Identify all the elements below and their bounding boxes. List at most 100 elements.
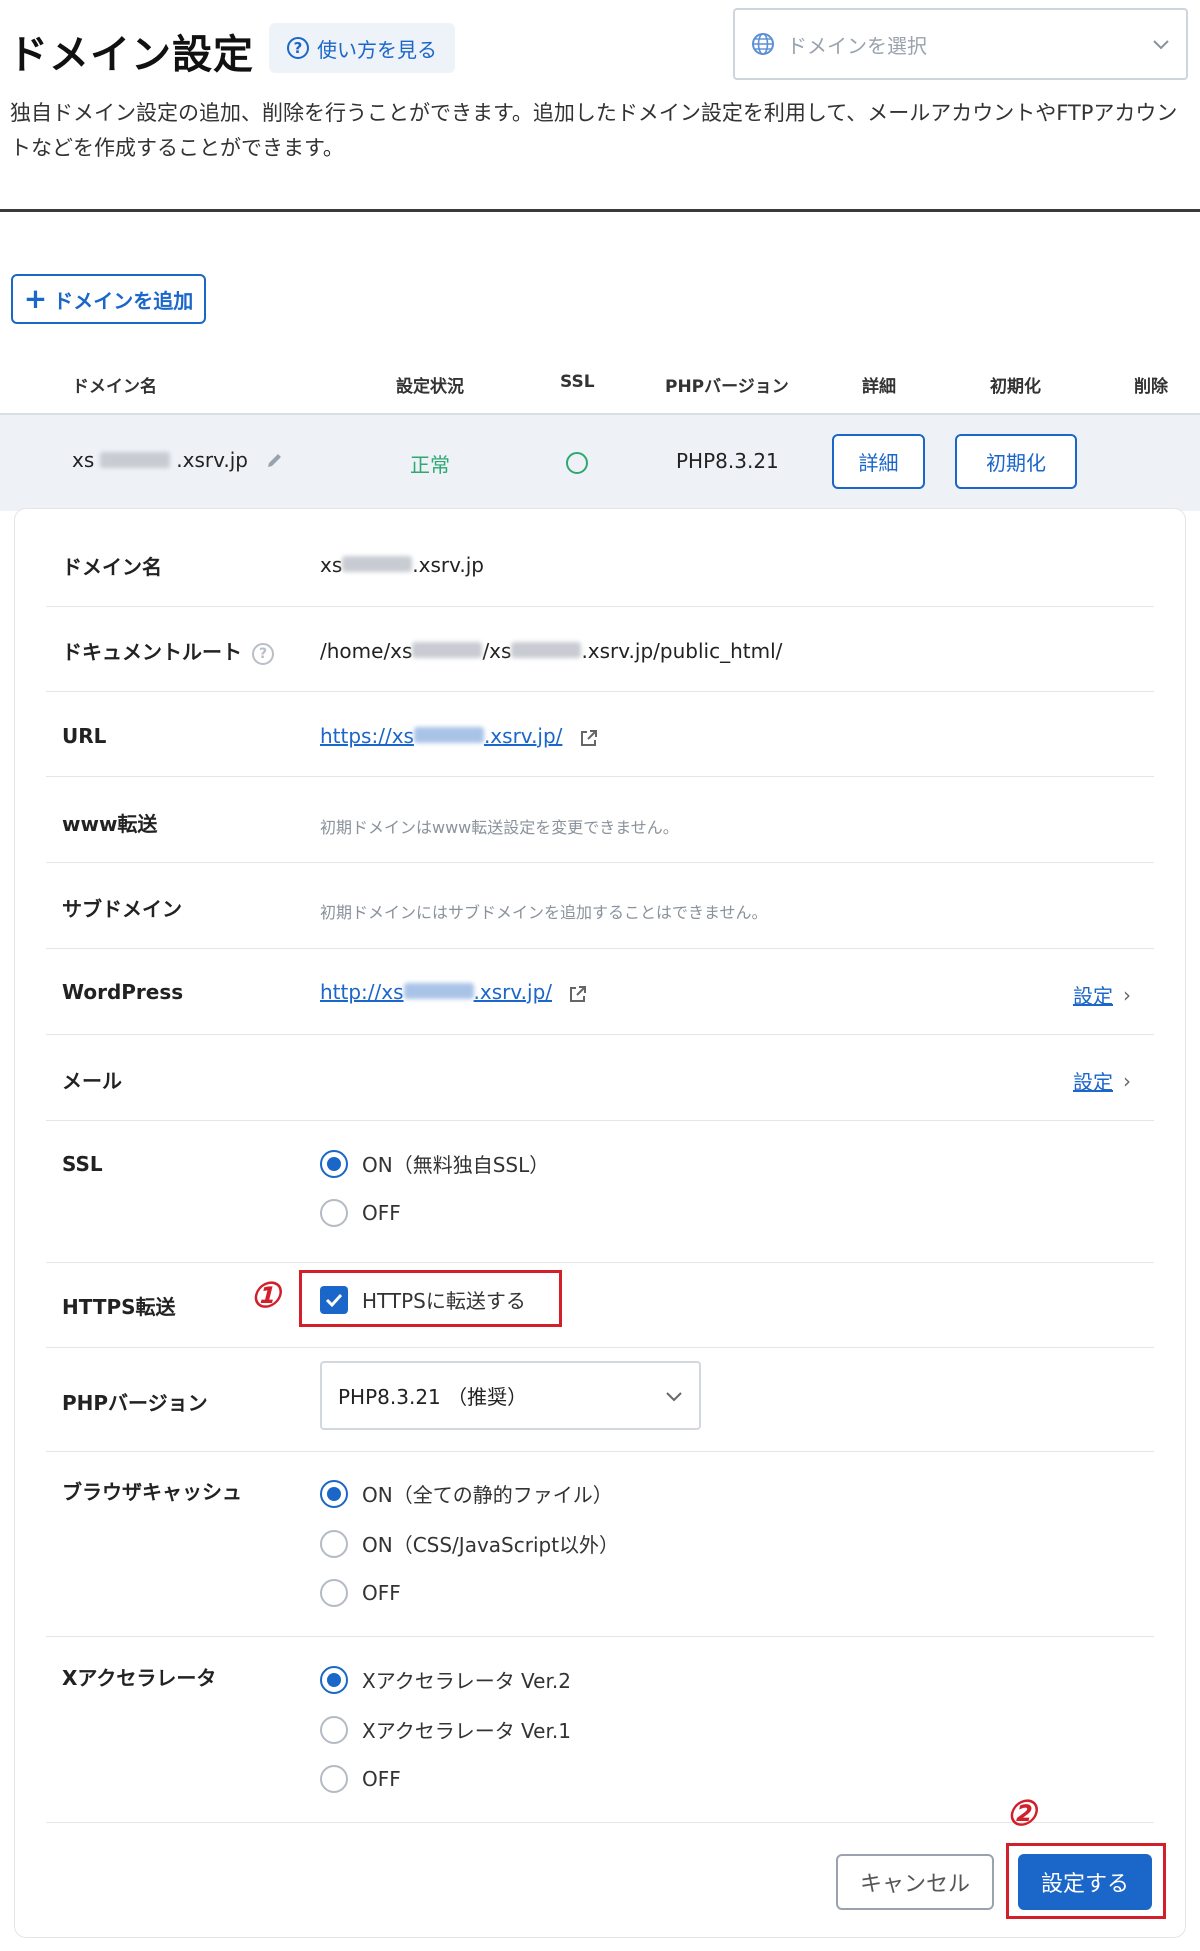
docroot-label-text: ドキュメントルート [62,640,242,664]
redacted-text [413,727,484,743]
ssl-option-off[interactable]: OFF [320,1199,401,1227]
cancel-button[interactable]: キャンセル [836,1854,994,1910]
step1-badge: ① [250,1276,281,1316]
site-url-link[interactable]: https://xs .xsrv.jp/ [320,724,562,748]
xacc-option-v2[interactable]: Xアクセラレータ Ver.2 [320,1665,571,1694]
subdomain-note: 初期ドメインにはサブドメインを追加することはできません。 [320,903,768,922]
redacted-text [403,983,474,999]
domain-select[interactable]: ドメインを選択 [733,8,1188,80]
detail-panel [14,508,1186,1938]
chevron-down-icon [666,1391,682,1401]
add-domain-button[interactable]: + ドメインを追加 [11,274,206,324]
row-domain-suffix: .xsrv.jp [176,448,248,472]
xaccelerator-label: Xアクセラレータ [62,1666,217,1690]
domain-label: ドメイン名 [62,555,162,579]
checkbox-checked[interactable] [320,1285,348,1314]
divider [46,948,1154,949]
domain-prefix: xs [320,553,343,577]
cache-option-off[interactable]: OFF [320,1579,401,1607]
redacted-text [342,556,413,572]
radio-selected[interactable] [320,1149,348,1178]
cache-option-all[interactable]: ON（全ての静的ファイル） [320,1479,613,1508]
cache-option-except-css-js[interactable]: ON（CSS/JavaScript以外） [320,1529,619,1558]
question-icon[interactable]: ? [252,642,274,665]
mail-setting-link[interactable]: 設定 › [1073,1066,1131,1095]
divider [46,1120,1154,1121]
globe-icon [752,33,774,55]
wordpress-label: WordPress [62,980,184,1004]
wordpress-setting-link[interactable]: 設定 › [1073,980,1131,1009]
divider [46,1822,1154,1823]
subdomain-label: サブドメイン [62,897,182,921]
header-divider [0,209,1200,212]
ssl-label: SSL [62,1152,103,1176]
external-link-icon[interactable] [568,984,588,1004]
url-value: https://xs .xsrv.jp/ [320,724,599,748]
radio-unselected[interactable] [320,1765,348,1793]
divider [46,1636,1154,1637]
radio-selected[interactable] [320,1665,348,1694]
divider [46,776,1154,777]
redacted-text [412,642,483,658]
https-redirect-label: HTTPSに転送する [362,1289,526,1313]
row-php-version: PHP8.3.21 [676,449,779,473]
xacc-option-v1-label: Xアクセラレータ Ver.1 [362,1719,571,1743]
mail-label: メール [62,1069,122,1093]
col-delete: 削除 [1134,377,1168,397]
chevron-right-icon: › [1123,982,1131,1007]
xacc-option-v2-label: Xアクセラレータ Ver.2 [362,1669,571,1693]
https-redirect-option[interactable]: HTTPSに転送する [320,1285,526,1314]
docroot-value: /home/xs/xs .xsrv.jp/public_html/ [320,639,782,663]
xacc-option-off-label: OFF [362,1767,401,1791]
docroot-label: ドキュメントルート? [62,636,274,665]
col-init: 初期化 [990,377,1041,397]
radio-unselected[interactable] [320,1579,348,1607]
row-domain-prefix: xs [72,448,95,472]
divider [46,1451,1154,1452]
col-detail: 詳細 [862,377,896,397]
external-link-icon[interactable] [579,728,599,748]
wp-prefix: http://xs [320,980,404,1004]
help-button[interactable]: ? 使い方を見る [269,23,455,73]
mail-setting-label: 設定 [1073,1070,1113,1094]
divider [46,862,1154,863]
domain-suffix: .xsrv.jp [412,553,484,577]
xacc-option-off[interactable]: OFF [320,1765,401,1793]
plus-icon: + [23,282,48,315]
php-version-select[interactable]: PHP8.3.21 （推奨） [320,1361,701,1430]
page-title: ドメイン設定 [8,32,254,78]
www-label: www転送 [62,812,158,836]
www-note: 初期ドメインはwww転送設定を変更できません。 [320,818,679,837]
xacc-option-v1[interactable]: Xアクセラレータ Ver.1 [320,1715,571,1744]
col-ssl: SSL [560,372,595,392]
cache-option-except-label: ON（CSS/JavaScript以外） [362,1533,620,1557]
radio-unselected[interactable] [320,1199,348,1227]
wordpress-value: http://xs .xsrv.jp/ [320,980,588,1004]
detail-button[interactable]: 詳細 [832,434,925,489]
domain-value: xs .xsrv.jp [320,553,484,577]
chevron-right-icon: › [1123,1068,1131,1093]
radio-selected[interactable] [320,1479,348,1508]
php-label: PHPバージョン [62,1391,208,1415]
submit-button[interactable]: 設定する [1018,1854,1152,1910]
url-label: URL [62,724,107,748]
col-php: PHPバージョン [665,377,789,397]
divider [46,1034,1154,1035]
pencil-icon[interactable] [264,449,286,471]
url-suffix: .xsrv.jp/ [483,724,563,748]
docroot-part2: /xs [482,639,512,663]
domain-select-placeholder: ドメインを選択 [787,33,927,58]
wordpress-url-link[interactable]: http://xs .xsrv.jp/ [320,980,552,1004]
ssl-option-on[interactable]: ON（無料独自SSL） [320,1149,549,1178]
init-button[interactable]: 初期化 [955,434,1077,489]
ssl-option-on-label: ON（無料独自SSL） [362,1153,550,1177]
help-button-label: 使い方を見る [317,37,437,62]
radio-unselected[interactable] [320,1715,348,1744]
radio-unselected[interactable] [320,1529,348,1558]
docroot-part1: /home/xs [320,639,413,663]
cache-option-off-label: OFF [362,1581,401,1605]
divider [46,1347,1154,1348]
ssl-ok-icon [566,452,588,474]
col-status: 設定状況 [396,377,464,397]
row-domain-name: xs .xsrv.jp [72,448,286,472]
